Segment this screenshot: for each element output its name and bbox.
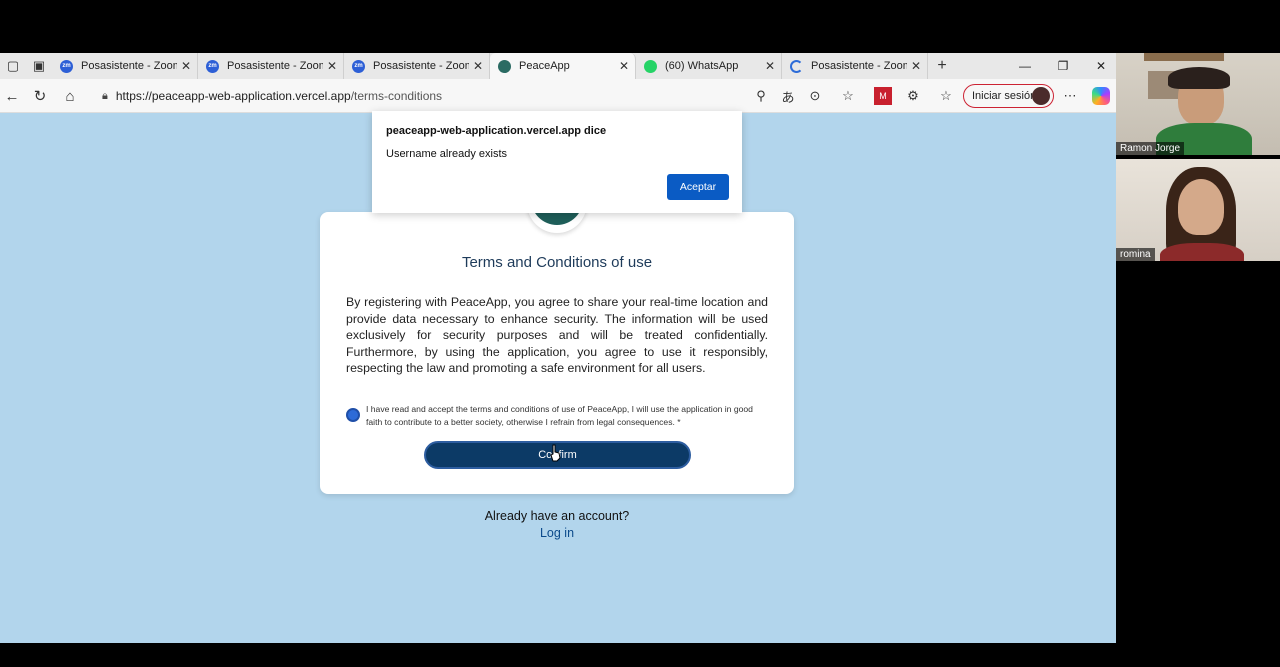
restore-icon[interactable]: ❐ (1044, 53, 1082, 79)
tab-zoom-1[interactable]: zm Posasistente - Zoom ✕ (52, 53, 198, 79)
signin-button[interactable]: Iniciar sesión (963, 84, 1054, 108)
accept-label: I have read and accept the terms and con… (366, 404, 753, 427)
more-tools-icon[interactable]: ⊙ (806, 87, 824, 105)
tab-zoom-2[interactable]: zm Posasistente - Zoom ✕ (198, 53, 344, 79)
alert-title: peaceapp-web-application.vercel.app dice (386, 125, 607, 137)
extensions-puzzle-icon[interactable]: ⚙ (904, 87, 922, 105)
screen: ▢ ▣ zm Posasistente - Zoom ✕ zm Posasist… (0, 0, 1280, 667)
minimize-icon[interactable]: — (1006, 53, 1044, 79)
tab-label: PeaceApp (519, 60, 570, 72)
tab-whatsapp[interactable]: (60) WhatsApp ✕ (636, 53, 782, 79)
alert-message: Username already exists (386, 148, 508, 160)
video-tile-ramon[interactable]: Ramon Jorge (1116, 53, 1280, 155)
url-text: https://peaceapp-web-application.vercel.… (116, 89, 442, 103)
tab-zoom-4[interactable]: Posasistente - Zoom ✕ (782, 53, 928, 79)
zoom-icon: zm (352, 59, 365, 73)
tab-actions-icon[interactable]: ▣ (26, 53, 52, 79)
tab-label: Posasistente - Zoom (373, 60, 469, 72)
home-icon[interactable]: ⌂ (60, 86, 80, 106)
close-icon[interactable]: ✕ (911, 59, 921, 73)
zoom-icon: zm (206, 59, 219, 73)
zoom-gallery: Ramon Jorge romina (1116, 53, 1280, 643)
close-icon[interactable]: ✕ (619, 59, 629, 73)
participant-name: Ramon Jorge (1116, 142, 1185, 155)
tab-label: (60) WhatsApp (665, 60, 739, 72)
tab-label: Posasistente - Zoom (81, 60, 177, 72)
page-title: Terms and Conditions of use (461, 254, 653, 271)
close-icon[interactable]: ✕ (181, 59, 191, 73)
alert-accept-button[interactable]: Aceptar (667, 174, 729, 200)
tab-bar: ▢ ▣ zm Posasistente - Zoom ✕ zm Posasist… (0, 53, 1116, 79)
login-link[interactable]: Log in (320, 526, 794, 540)
tab-zoom-3[interactable]: zm Posasistente - Zoom ✕ (344, 53, 490, 79)
video-tile-romina[interactable]: romina (1116, 159, 1280, 261)
accept-radio[interactable] (346, 408, 360, 422)
url-host: https://peaceapp-web-application.vercel.… (115, 89, 351, 103)
url-path: /terms-conditions (350, 89, 443, 103)
close-icon[interactable]: ✕ (327, 59, 337, 73)
favorite-star-icon[interactable]: ☆ (839, 87, 857, 105)
address-bar[interactable]: 🔒︎ https://peaceapp-web-application.verc… (92, 84, 862, 108)
tab-peaceapp[interactable]: PeaceApp ✕ (490, 53, 636, 79)
zoom-icon: zm (60, 59, 73, 73)
new-tab-icon[interactable]: + (928, 57, 956, 75)
nav-bar: ← ↻ ⌂ 🔒︎ https://peaceapp-web-applicatio… (0, 79, 1116, 113)
alert-dialog: peaceapp-web-application.vercel.app dice… (372, 111, 742, 213)
terms-body: By registering with PeaceApp, you agree … (346, 295, 768, 375)
lock-icon[interactable]: 🔒︎ (102, 90, 108, 103)
back-icon[interactable]: ← (2, 86, 22, 106)
copilot-icon[interactable] (1092, 87, 1110, 105)
refresh-icon[interactable]: ↻ (30, 86, 50, 106)
whatsapp-icon (644, 59, 657, 73)
avatar (1032, 87, 1050, 105)
menu-dots-icon[interactable]: ⋯ (1061, 87, 1079, 105)
translate-icon[interactable]: あ (779, 87, 797, 105)
location-icon[interactable]: ⚲ (752, 87, 770, 105)
close-icon[interactable]: ✕ (473, 59, 483, 73)
peaceapp-icon (498, 59, 511, 73)
tab-label: Posasistente - Zoom (227, 60, 323, 72)
window-close-icon[interactable]: ✕ (1082, 53, 1116, 79)
signin-label: Iniciar sesión (972, 90, 1037, 102)
workspaces-icon[interactable]: ▢ (0, 53, 26, 79)
loading-icon (790, 59, 803, 73)
have-account-text: Already have an account? (484, 509, 630, 523)
favorites-icon[interactable]: ☆ (937, 87, 955, 105)
extension-icon[interactable]: M (874, 87, 892, 105)
close-icon[interactable]: ✕ (765, 59, 775, 73)
participant-name: romina (1116, 248, 1155, 261)
tab-label: Posasistente - Zoom (811, 60, 907, 72)
